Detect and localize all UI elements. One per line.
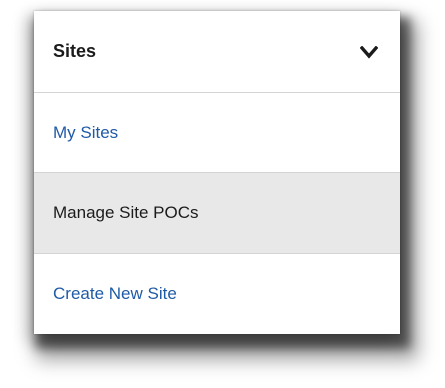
menu-item-label: Create New Site: [53, 284, 177, 303]
menu-item-manage-site-pocs[interactable]: Manage Site POCs: [34, 173, 400, 254]
sites-menu-title: Sites: [53, 41, 97, 61]
menu-item-create-new-site[interactable]: Create New Site: [34, 254, 400, 334]
chevron-down-icon[interactable]: [360, 45, 378, 60]
sites-nav-menu: Sites My Sites Manage Site POCs Create N…: [34, 11, 400, 334]
page: Sites My Sites Manage Site POCs Create N…: [0, 0, 445, 388]
menu-item-label: My Sites: [53, 122, 119, 142]
menu-item-my-sites[interactable]: My Sites: [34, 93, 400, 173]
menu-item-label: Manage Site POCs: [53, 203, 199, 222]
sites-menu-header[interactable]: Sites: [34, 11, 400, 93]
